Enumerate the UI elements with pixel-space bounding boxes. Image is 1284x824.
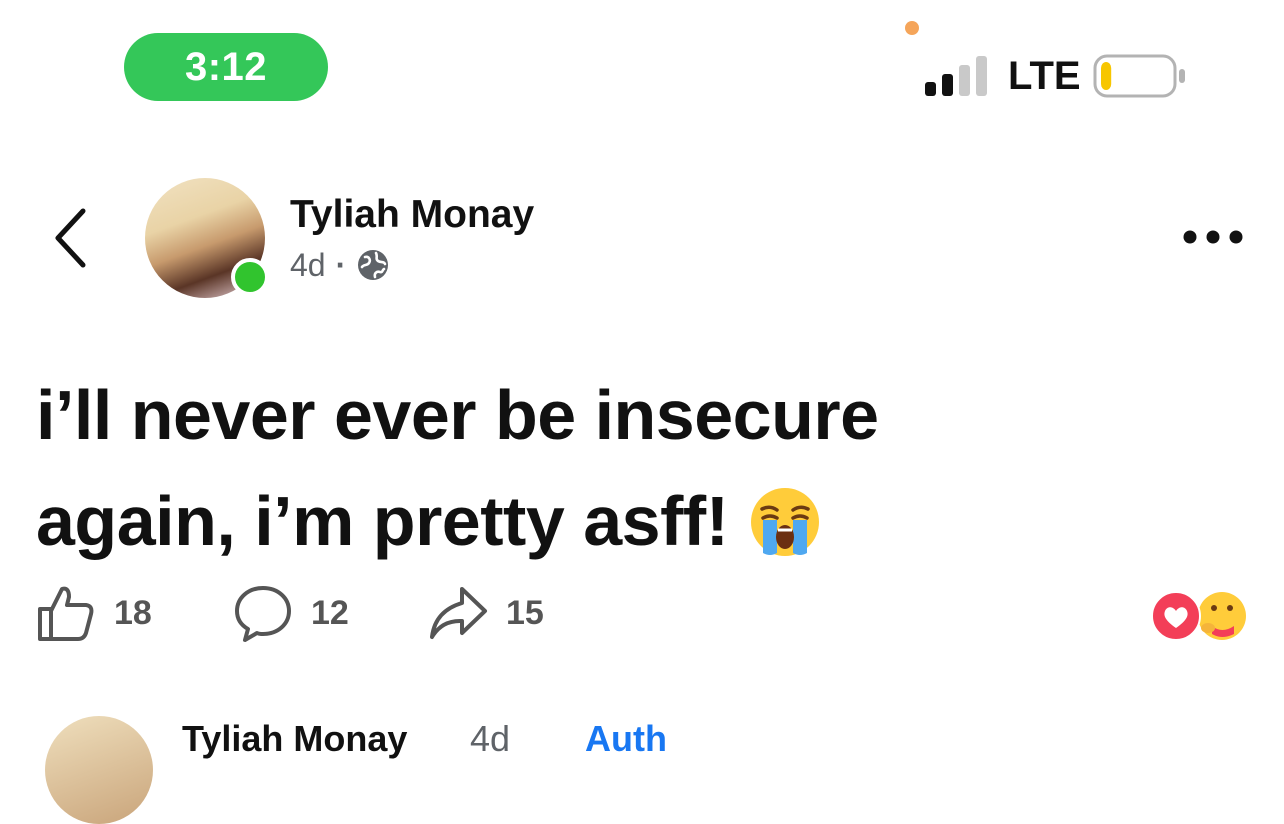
post-text-line-2: again, i’m pretty asff! (36, 482, 729, 560)
next-post-author[interactable]: Tyliah Monay (182, 719, 407, 759)
more-options-icon[interactable] (1182, 228, 1244, 246)
post-age[interactable]: 4d (290, 245, 326, 285)
share-count: 15 (506, 593, 544, 632)
love-icon (1151, 591, 1201, 641)
next-post-age: 4d (470, 718, 511, 759)
like-count: 18 (114, 593, 152, 632)
comment-button[interactable]: 12 (233, 583, 349, 643)
comment-icon (235, 586, 291, 642)
battery-icon (1093, 54, 1185, 98)
meta-separator: · (335, 247, 347, 283)
next-post-link[interactable]: Auth (585, 719, 667, 759)
post-text: i’ll never ever be insecure again, i’m p… (36, 362, 1256, 574)
comment-count: 12 (311, 593, 349, 632)
author-avatar[interactable] (145, 178, 269, 298)
like-icon (38, 586, 94, 641)
share-button[interactable]: 15 (428, 583, 544, 643)
loudly-crying-face-icon (750, 488, 819, 556)
globe-icon (358, 250, 389, 280)
status-time: 3:12 (124, 33, 328, 101)
reaction-summary[interactable] (1150, 590, 1250, 642)
post-meta: 4d · (290, 245, 390, 285)
back-chevron-icon[interactable] (50, 205, 90, 271)
privacy-indicator-dot (905, 21, 919, 35)
care-icon (1198, 592, 1246, 640)
like-button[interactable]: 18 (36, 583, 152, 643)
cellular-signal-icon (925, 56, 987, 96)
online-status-dot (231, 258, 269, 296)
network-type: LTE (1008, 54, 1081, 98)
post-text-line-1: i’ll never ever be insecure (36, 376, 879, 454)
post-author-name[interactable]: Tyliah Monay (290, 192, 534, 238)
next-post-avatar[interactable] (45, 716, 153, 824)
share-icon (430, 587, 487, 639)
